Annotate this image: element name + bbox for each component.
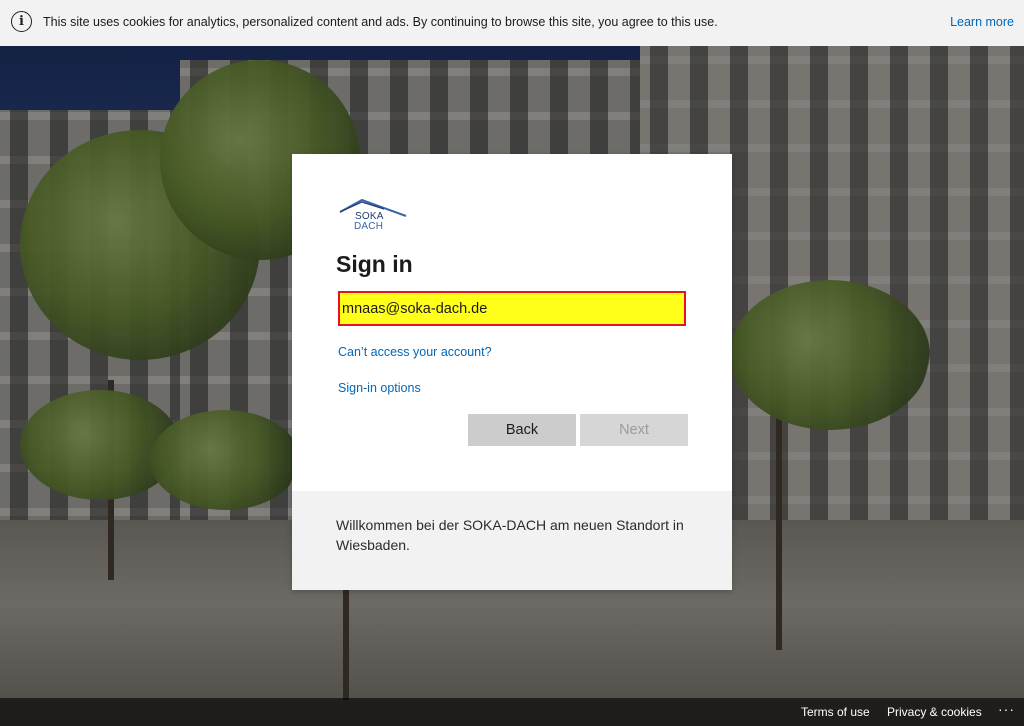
sign-in-card: SOKA DACH Sign in Can’t access your acco… — [292, 154, 732, 590]
cant-access-account-link[interactable]: Can’t access your account? — [338, 345, 492, 359]
soka-dach-logo: SOKA DACH — [338, 198, 410, 234]
info-icon: i — [11, 11, 32, 32]
cookie-banner: i This site uses cookies for analytics, … — [0, 0, 1024, 46]
welcome-message: Willkommen bei der SOKA-DACH am neuen St… — [336, 517, 684, 553]
email-field[interactable] — [338, 291, 686, 326]
page: i This site uses cookies for analytics, … — [0, 0, 1024, 726]
sign-in-options-link[interactable]: Sign-in options — [338, 381, 421, 395]
back-button[interactable]: Back — [468, 414, 576, 446]
logo-text-dach: DACH — [354, 221, 384, 232]
next-button[interactable]: Next — [580, 414, 688, 446]
page-footer: Terms of use Privacy & cookies ··· — [0, 698, 1024, 726]
sign-in-card-footer: Willkommen bei der SOKA-DACH am neuen St… — [292, 491, 732, 590]
learn-more-link[interactable]: Learn more — [950, 15, 1014, 29]
terms-of-use-link[interactable]: Terms of use — [801, 705, 870, 719]
cookie-banner-text: This site uses cookies for analytics, pe… — [43, 15, 718, 29]
more-options-icon[interactable]: ··· — [998, 701, 1015, 717]
privacy-cookies-link[interactable]: Privacy & cookies — [887, 705, 982, 719]
page-title: Sign in — [336, 251, 413, 277]
